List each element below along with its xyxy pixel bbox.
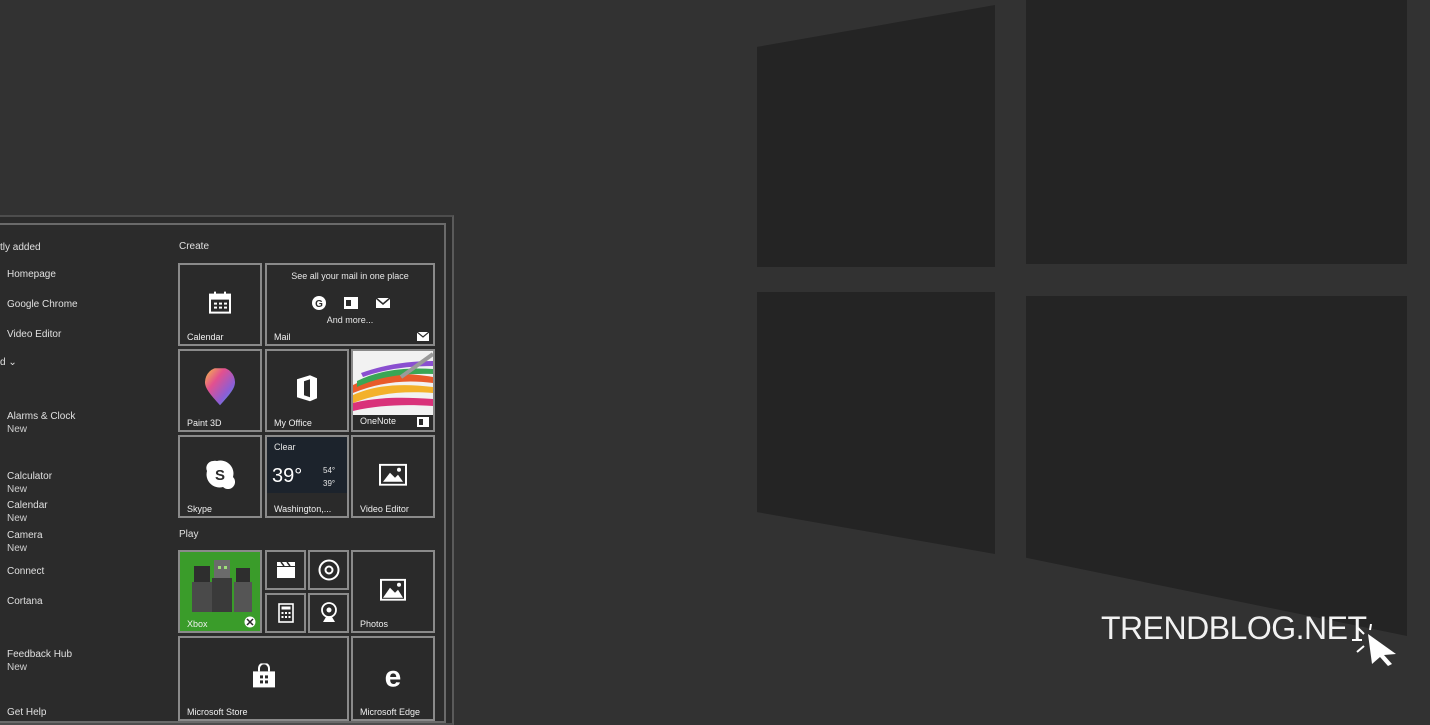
tile-label: Microsoft Edge — [360, 707, 421, 717]
windows-logo-pane-bottom-right — [1026, 296, 1407, 636]
new-badge: New — [7, 484, 28, 495]
tile-label: Washington,... — [274, 504, 332, 514]
outlook-icon — [344, 297, 358, 309]
app-name: Calendar — [7, 500, 48, 511]
tile-microsoft-edge[interactable]: e Microsoft Edge — [351, 636, 435, 721]
mail-tile-more: And more... — [326, 315, 374, 325]
section-expand-toggle[interactable]: d ⌄ — [0, 356, 17, 369]
tile-onenote[interactable]: OneNote — [351, 349, 435, 432]
list-item-calendar[interactable]: Calendar New — [7, 499, 48, 525]
new-badge: New — [7, 543, 28, 554]
google-icon: G — [312, 296, 326, 310]
tile-photos[interactable]: Photos — [351, 550, 435, 633]
weather-condition: Clear — [274, 442, 296, 452]
app-name: Alarms & Clock — [7, 411, 76, 422]
svg-text:e: e — [385, 663, 402, 689]
calculator-icon — [277, 603, 294, 623]
video-editor-icon — [379, 463, 407, 486]
tile-label: Video Editor — [360, 504, 409, 514]
clapperboard-icon — [276, 561, 295, 578]
tile-xbox[interactable]: Xbox — [178, 550, 262, 633]
list-item-google-chrome[interactable]: Google Chrome — [7, 298, 78, 311]
office-icon — [297, 374, 317, 401]
new-badge: New — [7, 424, 28, 435]
tile-label: Microsoft Store — [187, 707, 248, 717]
list-item-camera[interactable]: Camera New — [7, 529, 43, 555]
tile-microsoft-store[interactable]: Microsoft Store — [178, 636, 349, 721]
tile-calendar[interactable]: Calendar — [178, 263, 262, 346]
mail-tile-header: See all your mail in one place — [291, 271, 409, 281]
windows-logo-pane-bottom-left — [757, 292, 995, 554]
xbox-characters-artwork — [192, 560, 252, 612]
tile-label: Skype — [187, 504, 213, 514]
app-name: Feedback Hub — [7, 649, 73, 660]
new-badge: New — [7, 662, 28, 673]
xbox-logo-icon — [244, 616, 256, 628]
list-item-feedback-hub[interactable]: Feedback Hub New — [7, 648, 72, 674]
svg-text:S: S — [215, 467, 225, 484]
list-item-homepage[interactable]: Homepage — [7, 268, 56, 281]
cursor-click-icon — [1352, 624, 1396, 666]
group-label-play: Play — [179, 529, 199, 540]
tile-weather[interactable]: Clear 39° 54° 39° Washington,... — [265, 435, 349, 518]
trendblog-watermark: TRENDBLOG.NET — [1101, 610, 1367, 646]
tile-calculator[interactable] — [265, 593, 306, 633]
weather-temperature: 39° — [272, 465, 303, 487]
tile-label: Photos — [360, 619, 389, 629]
list-item-calculator[interactable]: Calculator New — [7, 470, 52, 496]
onenote-badge-icon — [417, 417, 429, 427]
tile-movies-tv[interactable] — [265, 550, 306, 590]
windows-logo-pane-top-left — [757, 5, 995, 267]
paint-3d-icon — [205, 367, 235, 405]
envelope-icon — [375, 297, 391, 308]
skype-icon: S — [206, 460, 235, 489]
tile-video-editor[interactable]: Video Editor — [351, 435, 435, 518]
tile-groove-music[interactable] — [308, 550, 349, 590]
calendar-icon — [209, 291, 231, 314]
tile-skype[interactable]: S Skype — [178, 435, 262, 518]
shopping-bag-icon — [252, 662, 275, 687]
tile-paint-3d[interactable]: Paint 3D — [178, 349, 262, 432]
weather-low: 39° — [323, 479, 336, 488]
tile-my-office[interactable]: My Office — [265, 349, 349, 432]
webcam-icon — [320, 602, 337, 622]
music-disc-icon — [318, 559, 339, 581]
list-item-get-help[interactable]: Get Help — [7, 706, 46, 719]
mail-badge-icon — [417, 331, 429, 341]
list-item-connect[interactable]: Connect — [7, 565, 44, 578]
list-item-alarms-clock[interactable]: Alarms & Clock New — [7, 410, 75, 436]
tile-label: Paint 3D — [187, 418, 222, 428]
list-item-cortana[interactable]: Cortana — [7, 595, 43, 608]
list-item-video-editor[interactable]: Video Editor — [7, 328, 61, 341]
new-badge: New — [7, 513, 28, 524]
tile-label: My Office — [274, 418, 312, 428]
app-name: Calculator — [7, 471, 53, 482]
tile-mail[interactable]: See all your mail in one place G And mor… — [265, 263, 435, 346]
tile-camera[interactable] — [308, 593, 349, 633]
group-label-create: Create — [179, 241, 210, 252]
onenote-artwork — [353, 352, 433, 411]
photos-icon — [380, 578, 406, 601]
weather-high: 54° — [323, 466, 336, 475]
svg-text:G: G — [315, 299, 323, 310]
recently-added-heading: tly added — [0, 242, 41, 253]
tile-label: Calendar — [187, 332, 224, 342]
app-name: Camera — [7, 530, 43, 541]
edge-icon: e — [385, 663, 402, 689]
windows-logo-pane-top-right — [1026, 0, 1407, 264]
tile-label: Xbox — [187, 619, 208, 629]
tile-label: Mail — [274, 332, 291, 342]
